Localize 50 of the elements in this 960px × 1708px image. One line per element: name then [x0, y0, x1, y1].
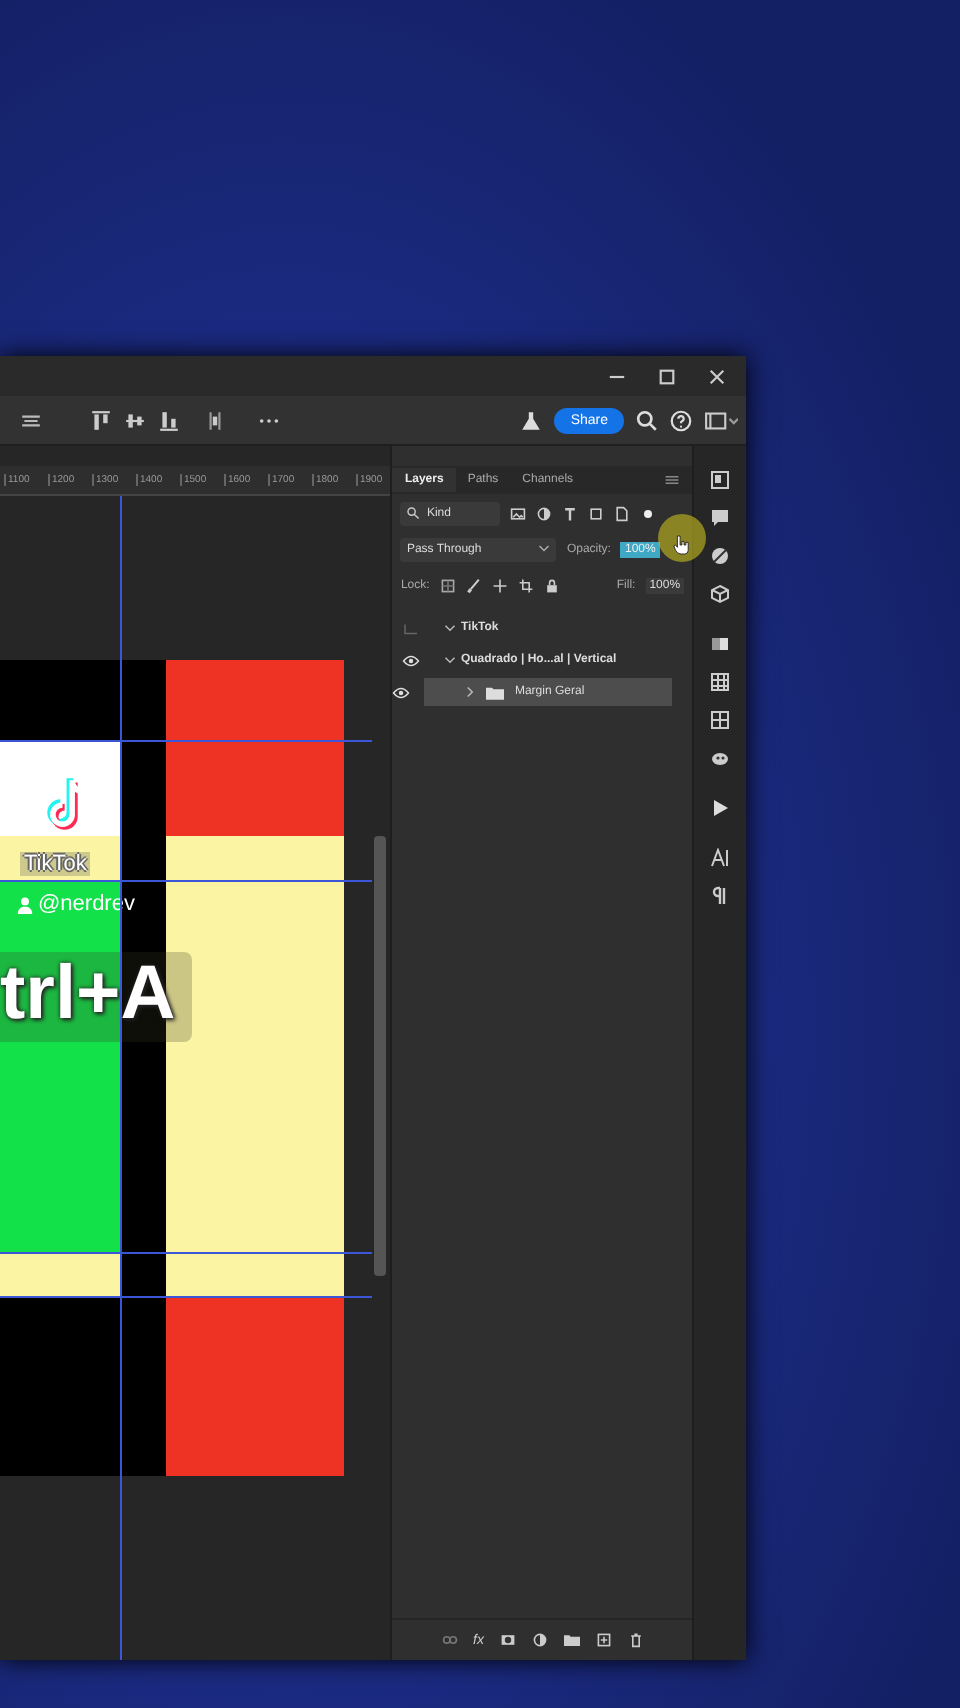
- palette-icon[interactable]: [710, 748, 731, 768]
- distribute-icon[interactable]: [204, 409, 226, 431]
- flask-icon[interactable]: [520, 409, 543, 431]
- toggle-icon[interactable]: [640, 505, 657, 521]
- lock-pixels-icon[interactable]: [439, 577, 456, 593]
- link-icon[interactable]: [441, 1632, 458, 1648]
- brush-icon[interactable]: [465, 577, 482, 593]
- smart-object-filter-icon[interactable]: [614, 505, 631, 521]
- shape-filter-icon[interactable]: [588, 505, 605, 521]
- align-top-icon[interactable]: [90, 409, 112, 431]
- folder-icon: [486, 685, 505, 699]
- new-layer-icon[interactable]: [595, 1632, 612, 1648]
- eye-icon[interactable]: [402, 653, 421, 667]
- panel-menu-icon[interactable]: [664, 472, 681, 488]
- comment-icon[interactable]: [710, 508, 731, 528]
- folder-icon[interactable]: [563, 1632, 580, 1648]
- eye-icon[interactable]: [392, 685, 411, 699]
- help-icon[interactable]: [670, 409, 692, 431]
- gradient-icon[interactable]: [710, 634, 731, 654]
- workspace-icon[interactable]: [704, 409, 738, 431]
- move-icon[interactable]: [491, 577, 508, 593]
- paragraph-icon[interactable]: [710, 886, 731, 906]
- close-icon[interactable]: [708, 367, 726, 385]
- maximize-icon[interactable]: [658, 367, 676, 385]
- person-icon: [16, 896, 34, 914]
- crop-icon[interactable]: [517, 577, 534, 593]
- lock-icon[interactable]: [543, 577, 560, 593]
- search-icon: [406, 506, 421, 520]
- logo-text: TikTok: [20, 852, 91, 876]
- caret-icon: [538, 544, 551, 554]
- image-filter-icon[interactable]: [510, 505, 527, 521]
- trash-icon[interactable]: [627, 1632, 644, 1648]
- play-icon[interactable]: [710, 798, 731, 818]
- mask-icon[interactable]: [499, 1632, 516, 1648]
- adjustment-layer-icon[interactable]: [531, 1632, 548, 1648]
- chevron-icon[interactable]: [444, 654, 457, 666]
- properties-icon[interactable]: [710, 470, 731, 490]
- grid-icon[interactable]: [710, 710, 731, 730]
- align-middle-icon[interactable]: [124, 409, 146, 431]
- swatches-icon[interactable]: [710, 672, 731, 692]
- character-icon[interactable]: [710, 848, 731, 868]
- scrollbar[interactable]: [374, 836, 387, 1276]
- search-icon[interactable]: [636, 409, 658, 431]
- chevron-icon[interactable]: [464, 686, 477, 698]
- cube-icon[interactable]: [710, 584, 731, 604]
- adjustments-icon[interactable]: [710, 546, 731, 566]
- chevron-icon[interactable]: [444, 622, 457, 634]
- adjustment-filter-icon[interactable]: [536, 505, 553, 521]
- type-filter-icon[interactable]: [562, 505, 579, 521]
- align-bottom-icon[interactable]: [158, 409, 180, 431]
